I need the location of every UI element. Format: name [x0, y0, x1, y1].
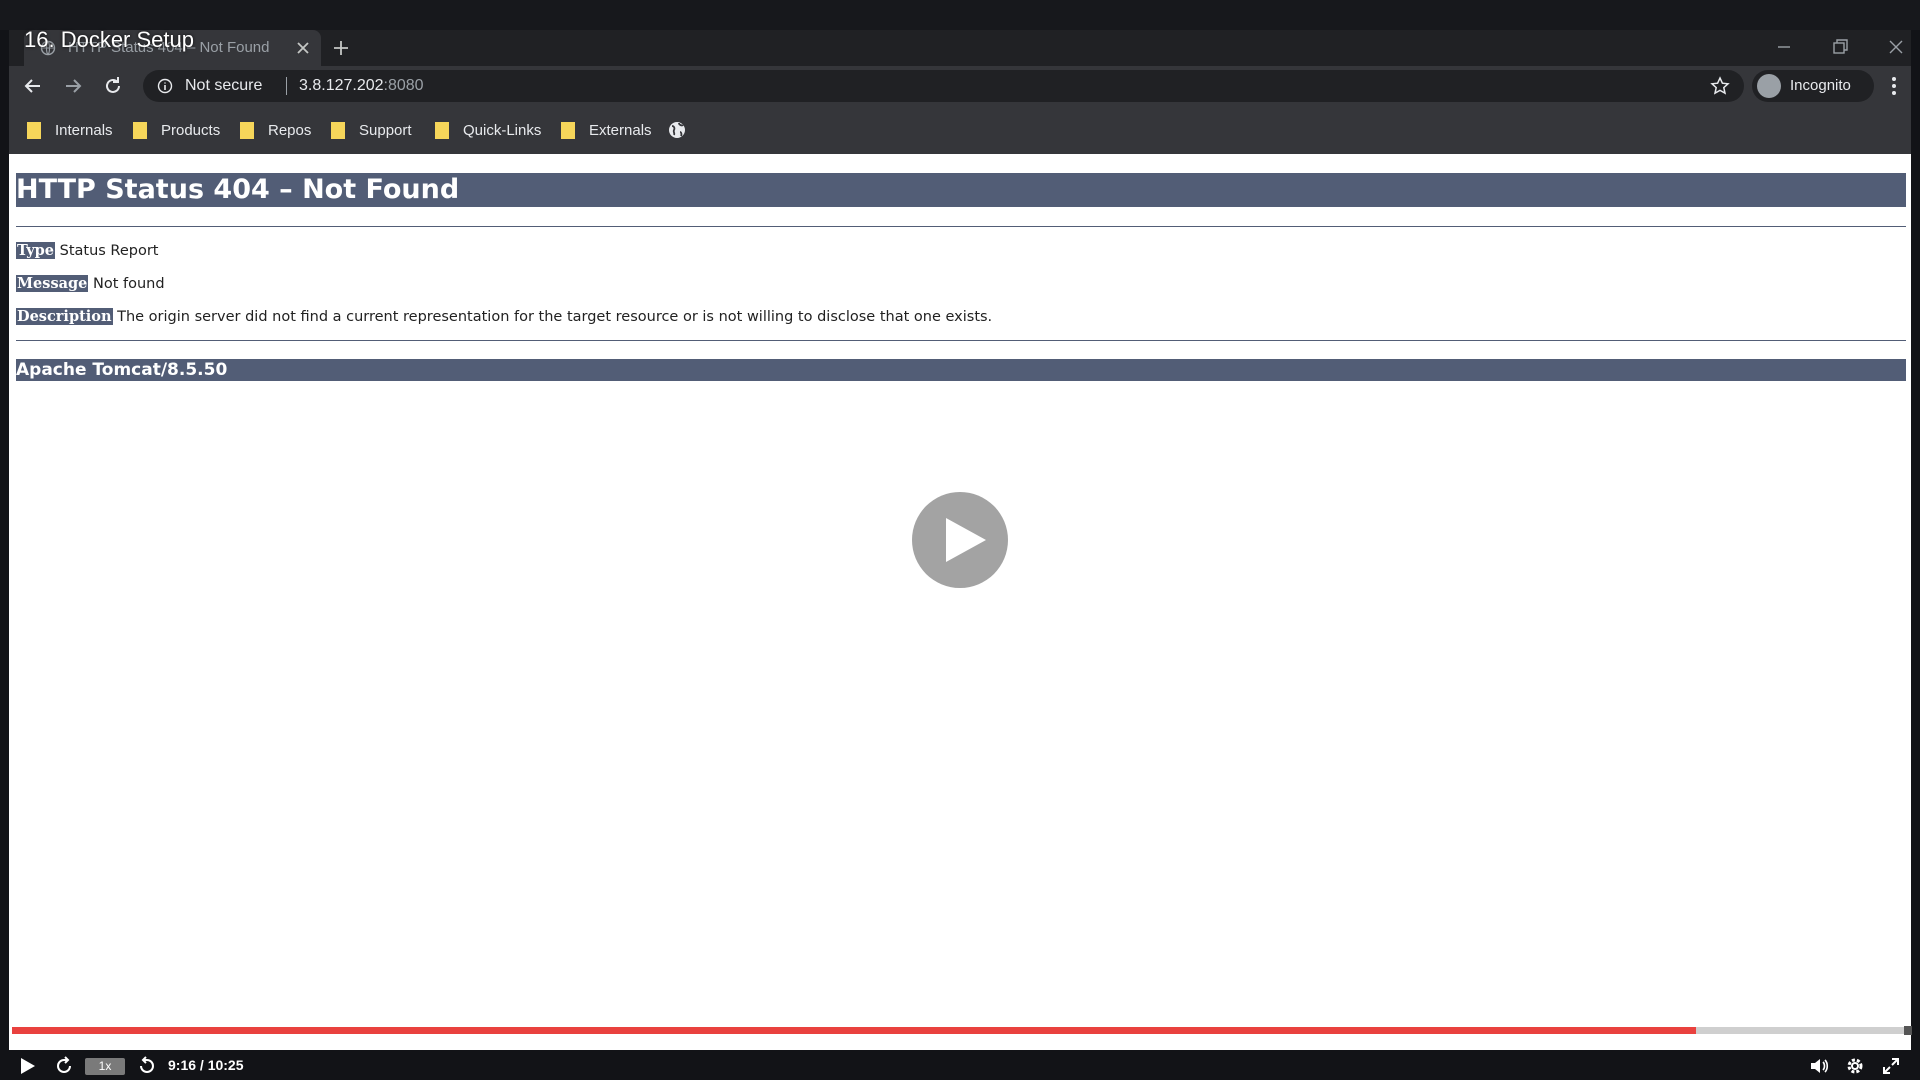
server-footer: Apache Tomcat/8.5.50: [16, 359, 1906, 381]
type-row: Type Status Report: [16, 242, 159, 259]
rewind-icon[interactable]: [53, 1055, 75, 1077]
minimize-icon[interactable]: [1772, 35, 1796, 59]
incognito-badge[interactable]: Incognito: [1752, 70, 1874, 102]
type-label: Type: [16, 242, 55, 259]
playback-speed[interactable]: 1x: [85, 1058, 125, 1075]
type-value: Status Report: [59, 243, 159, 259]
security-label: Not secure: [185, 77, 263, 94]
reload-icon[interactable]: [101, 74, 125, 98]
close-icon[interactable]: [293, 38, 313, 58]
volume-icon[interactable]: [1808, 1055, 1830, 1077]
star-icon[interactable]: [1710, 76, 1730, 96]
bookmark-externals[interactable]: Externals: [561, 118, 652, 142]
video-top-bar: [0, 0, 1920, 30]
fullscreen-icon[interactable]: [1880, 1055, 1902, 1077]
divider: [16, 226, 1906, 227]
globe-icon[interactable]: [667, 120, 687, 140]
progress-bar[interactable]: [12, 1027, 1908, 1034]
progress-end-marker: [1904, 1026, 1912, 1035]
address-bar[interactable]: Not secure 3.8.127.202:8080: [143, 70, 1744, 102]
bookmark-repos[interactable]: Repos: [240, 118, 311, 142]
folder-icon: [331, 121, 345, 139]
video-controls: 1x 9:16 / 10:25: [0, 1050, 1920, 1080]
play-icon[interactable]: [16, 1055, 38, 1077]
address-separator: [286, 77, 287, 95]
forward-icon[interactable]: [61, 74, 85, 98]
time-display: 9:16 / 10:25: [168, 1057, 244, 1073]
incognito-icon: [1757, 74, 1781, 98]
description-label: Description: [16, 308, 113, 325]
new-tab-icon[interactable]: [331, 38, 351, 58]
divider: [16, 340, 1906, 341]
bookmark-quick-links[interactable]: Quick-Links: [435, 118, 541, 142]
video-title: 16. Docker Setup: [24, 27, 194, 52]
tomcat-error-page: HTTP Status 404 – Not Found Type Status …: [9, 154, 1911, 1050]
folder-icon: [435, 121, 449, 139]
message-label: Message: [16, 275, 89, 292]
bookmark-internals[interactable]: Internals: [27, 118, 113, 142]
forward-icon[interactable]: [136, 1055, 158, 1077]
incognito-label: Incognito: [1790, 77, 1851, 94]
bookmark-support[interactable]: Support: [331, 118, 412, 142]
folder-icon: [561, 121, 575, 139]
folder-icon: [133, 121, 147, 139]
url-port: :8080: [383, 77, 424, 94]
browser-toolbar: Not secure 3.8.127.202:8080 Incognito: [9, 66, 1911, 106]
description-row: Description The origin server did not fi…: [16, 308, 992, 325]
gear-icon[interactable]: [1844, 1055, 1866, 1077]
window-close-icon[interactable]: [1884, 35, 1908, 59]
play-icon: [946, 518, 986, 562]
info-icon[interactable]: [157, 78, 173, 94]
progress-played: [12, 1027, 1696, 1034]
bookmark-products[interactable]: Products: [133, 118, 220, 142]
folder-icon: [27, 121, 41, 139]
description-value: The origin server did not find a current…: [117, 309, 993, 325]
more-menu-icon[interactable]: [1882, 74, 1906, 98]
restore-icon[interactable]: [1828, 35, 1852, 59]
back-icon[interactable]: [21, 74, 45, 98]
browser-window: HTTP Status 404 – Not Found Not secure 3…: [9, 30, 1911, 154]
page-title: HTTP Status 404 – Not Found: [16, 173, 1906, 207]
url-text[interactable]: 3.8.127.202:8080: [299, 77, 424, 95]
message-value: Not found: [92, 276, 165, 292]
folder-icon: [240, 121, 254, 139]
big-play-button[interactable]: [912, 492, 1008, 588]
bookmarks-bar: Internals Products Repos Support Quick-L…: [9, 106, 1911, 154]
message-row: Message Not found: [16, 275, 165, 292]
